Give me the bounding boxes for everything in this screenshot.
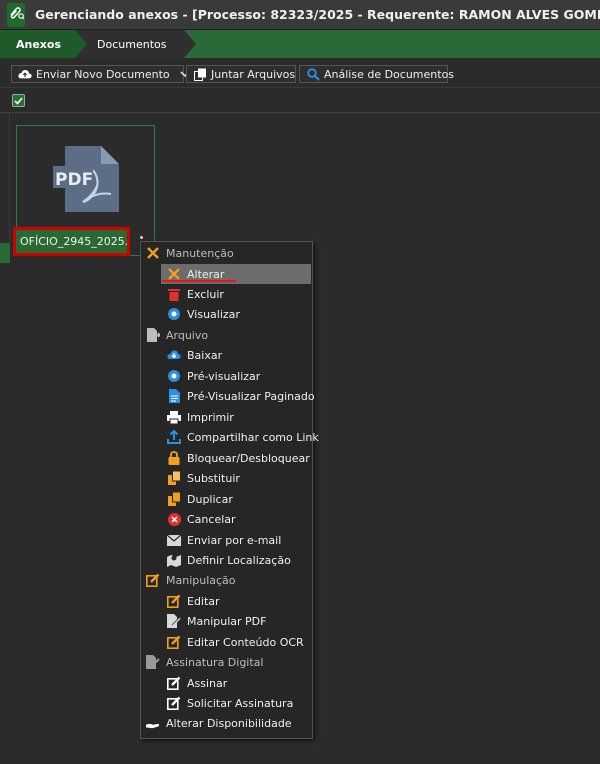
share-upload-icon xyxy=(167,430,181,444)
select-all-checkbox[interactable] xyxy=(12,94,25,107)
context-menu: Manutenção Alterar Excluir Visualizar Ar… xyxy=(140,241,319,739)
menu-item-assinar[interactable]: Assinar xyxy=(141,673,312,693)
merge-files-label: Juntar Arquivos xyxy=(211,67,296,81)
menu-item-imprimir-label: Imprimir xyxy=(187,410,234,424)
menu-item-bloquear-label: Bloquear/Desbloquear xyxy=(187,451,310,465)
menu-item-cancelar-label: Cancelar xyxy=(187,512,236,526)
window-title: Gerenciando anexos - [Processo: 82323/20… xyxy=(35,7,600,22)
upload-document-button[interactable]: Enviar Novo Documento xyxy=(11,65,190,83)
upload-document-label: Enviar Novo Documento xyxy=(36,67,170,81)
pdf-label: PDF xyxy=(55,170,94,190)
menu-item-alterar-disponibilidade[interactable]: Alterar Disponibilidade xyxy=(141,713,312,733)
file-export-icon xyxy=(146,328,160,342)
left-edge-band xyxy=(0,243,10,263)
pdf-file-icon: PDF xyxy=(53,146,119,212)
file-name-highlight xyxy=(13,227,130,256)
copy-icon xyxy=(193,67,207,81)
menu-item-manipular-pdf-label: Manipular PDF xyxy=(187,614,267,628)
document-icon xyxy=(167,389,181,403)
lock-icon xyxy=(167,451,181,465)
magnifier-icon xyxy=(306,67,320,81)
printer-icon xyxy=(167,410,181,424)
cloud-upload-icon xyxy=(18,67,32,81)
breadcrumb: Anexos Documentos xyxy=(0,30,600,58)
duplicate-icon xyxy=(167,492,181,506)
menu-item-alterar-disponibilidade-label: Alterar Disponibilidade xyxy=(166,716,292,730)
menu-item-enviar-email-label: Enviar por e-mail xyxy=(187,533,282,547)
menu-item-manipular-pdf[interactable]: Manipular PDF xyxy=(141,611,312,631)
menu-item-solicitar-assinatura[interactable]: Solicitar Assinatura xyxy=(141,693,312,713)
menu-item-compartilhar[interactable]: Compartilhar como Link xyxy=(141,427,319,447)
signature-icon xyxy=(146,655,160,669)
menu-group-arquivo: Arquivo xyxy=(141,325,312,345)
menu-group-manutencao: Manutenção xyxy=(141,243,312,263)
eye-icon xyxy=(167,369,181,383)
menu-item-editar-ocr[interactable]: Editar Conteúdo OCR xyxy=(141,632,312,652)
title-bar: Gerenciando anexos - [Processo: 82323/20… xyxy=(0,0,600,30)
map-marker-icon xyxy=(167,553,181,567)
menu-item-definir-localizacao-label: Definir Localização xyxy=(187,553,291,567)
menu-item-excluir-label: Excluir xyxy=(187,287,224,301)
menu-item-duplicar-label: Duplicar xyxy=(187,492,233,506)
menu-group-assinatura: Assinatura Digital xyxy=(141,652,312,672)
edit-icon xyxy=(146,573,160,587)
menu-item-previsualizar-paginado[interactable]: Pré-Visualizar Paginado xyxy=(141,386,315,406)
menu-item-solicitar-assinatura-label: Solicitar Assinatura xyxy=(187,696,294,710)
menu-item-substituir[interactable]: Substituir xyxy=(141,468,312,488)
toolbar: Enviar Novo Documento Juntar Arquivos An… xyxy=(0,58,600,88)
tab-anexos[interactable]: Anexos xyxy=(0,30,88,58)
eye-icon xyxy=(167,307,181,321)
copy-icon xyxy=(167,471,181,485)
menu-item-definir-localizacao[interactable]: Definir Localização xyxy=(141,550,312,570)
envelope-icon xyxy=(167,533,181,547)
menu-item-substituir-label: Substituir xyxy=(187,471,240,485)
cancel-icon xyxy=(167,512,181,526)
document-edit-icon xyxy=(167,614,181,628)
merge-files-button[interactable]: Juntar Arquivos xyxy=(186,65,296,83)
edit-icon xyxy=(167,635,181,649)
menu-item-imprimir[interactable]: Imprimir xyxy=(141,407,312,427)
menu-item-baixar-label: Baixar xyxy=(187,348,223,362)
tools-icon xyxy=(146,246,160,260)
select-all-row xyxy=(0,89,600,113)
menu-item-excluir[interactable]: Excluir xyxy=(141,284,312,304)
menu-item-editar-label: Editar xyxy=(187,594,220,608)
menu-item-compartilhar-label: Compartilhar como Link xyxy=(187,430,319,444)
menu-item-visualizar-label: Visualizar xyxy=(187,307,240,321)
cloud-download-icon xyxy=(167,348,181,362)
menu-group-manutencao-label: Manutenção xyxy=(166,246,234,260)
attachment-menu-button[interactable] xyxy=(7,2,25,27)
edit-icon xyxy=(167,594,181,608)
tools-icon xyxy=(167,267,181,281)
menu-group-arquivo-label: Arquivo xyxy=(166,328,209,342)
menu-item-alterar-label: Alterar xyxy=(187,267,225,281)
menu-item-editar-ocr-label: Editar Conteúdo OCR xyxy=(187,635,304,649)
hand-icon xyxy=(146,716,160,730)
document-analysis-label: Análise de Documentos xyxy=(324,67,455,81)
left-edge-strip xyxy=(0,113,10,263)
menu-group-manipulacao: Manipulação xyxy=(141,570,312,590)
menu-item-previsualizar[interactable]: Pré-visualizar xyxy=(141,366,312,386)
menu-item-enviar-email[interactable]: Enviar por e-mail xyxy=(141,530,312,550)
menu-item-previsualizar-label: Pré-visualizar xyxy=(187,369,261,383)
menu-item-assinar-label: Assinar xyxy=(187,676,228,690)
trash-icon xyxy=(167,287,181,301)
menu-item-visualizar[interactable]: Visualizar xyxy=(141,304,312,324)
paperclip-icon xyxy=(7,6,25,23)
menu-item-cancelar[interactable]: Cancelar xyxy=(141,509,312,529)
document-analysis-button[interactable]: Análise de Documentos xyxy=(299,65,454,83)
menu-item-previsualizar-paginado-label: Pré-Visualizar Paginado xyxy=(187,389,315,403)
edit-icon xyxy=(167,676,181,690)
menu-item-bloquear[interactable]: Bloquear/Desbloquear xyxy=(141,448,312,468)
edit-icon xyxy=(167,696,181,710)
tab-documentos[interactable]: Documentos xyxy=(75,30,197,58)
menu-item-baixar[interactable]: Baixar xyxy=(141,345,312,365)
menu-item-duplicar[interactable]: Duplicar xyxy=(141,489,312,509)
menu-group-manipulacao-label: Manipulação xyxy=(166,573,236,587)
alterar-underline xyxy=(162,280,236,282)
menu-item-editar[interactable]: Editar xyxy=(141,591,312,611)
menu-group-assinatura-label: Assinatura Digital xyxy=(166,655,264,669)
